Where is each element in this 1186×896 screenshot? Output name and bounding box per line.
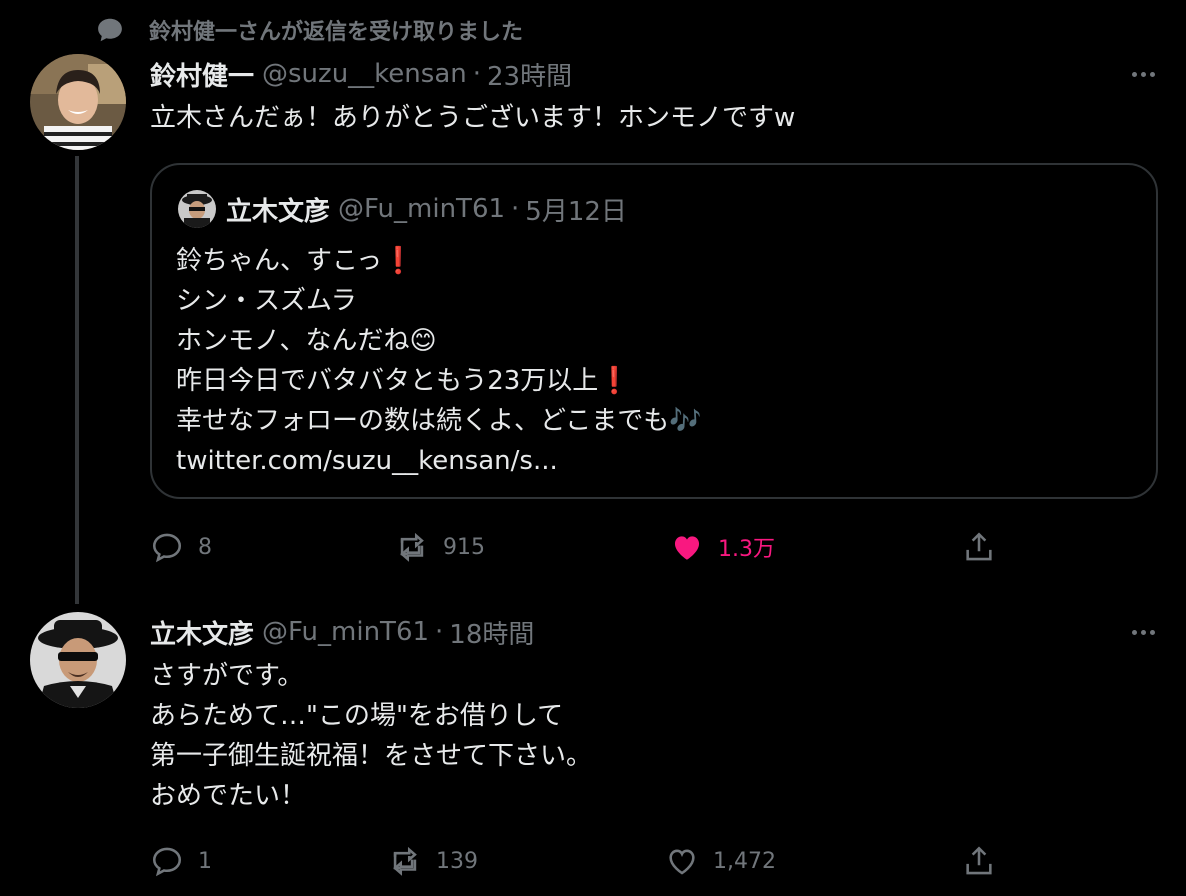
quoted-tweet-header: 立木文彦 @Fu_minT61 · 5月12日 [226,189,627,229]
author-handle[interactable]: @Fu_minT61 [262,617,429,647]
like-button[interactable]: 1.3万 [670,527,775,567]
separator-dot: · [511,194,520,224]
quoted-text-line: シン・スズムラ [176,286,357,316]
reply-count: 1 [198,848,212,874]
quoted-avatar[interactable] [178,190,216,228]
tweet-actions: 1 139 1,472 [150,841,1030,881]
reply-icon [152,533,182,563]
tweet-header: 鈴村健一 @suzu__kensan · 23時間 [150,54,572,94]
avatar-tachiki[interactable] [30,612,126,708]
like-count: 1,472 [713,848,776,874]
retweet-button[interactable]: 915 [395,527,485,567]
author-name[interactable]: 鈴村健一 [150,56,254,93]
tweet-header: 立木文彦 @Fu_minT61 · 18時間 [150,612,534,652]
tweet-text: 立木さんだぁ！ありがとうございます！ホンモノですw [150,103,796,133]
retweet-icon [393,846,417,876]
quoted-link-text: twitter.com/suzu__kensan/s... [176,446,558,476]
share-button[interactable] [962,841,996,881]
smiling-face-emoji-icon: 😊 [409,326,437,356]
tweet-timestamp[interactable]: 18時間 [449,614,534,651]
retweet-count: 915 [443,534,485,560]
share-icon [966,532,992,561]
exclamation-emoji-icon: ❗ [598,366,631,396]
author-name[interactable]: 立木文彦 [150,614,254,651]
avatar-suzumura[interactable] [30,54,126,150]
more-options-icon[interactable] [1125,614,1161,650]
reply-icon [152,847,182,877]
musical-notes-emoji-icon: 🎶 [669,406,702,436]
separator-dot: · [435,617,444,647]
reply-button[interactable]: 8 [150,527,212,567]
retweet-count: 139 [436,848,478,874]
reply-count: 8 [198,534,212,560]
separator-dot: · [472,59,481,89]
share-icon [966,846,992,875]
author-handle[interactable]: @suzu__kensan [262,59,467,89]
quoted-text-line: ホンモノ、なんだね 😊 [176,321,702,361]
quoted-text-line: 幸せなフォローの数は続くよ、どこまでも 🎶 [176,401,702,441]
tweet-text: さすがです。 あらためて…"この場"をお借りして 第一子御生誕祝福！をさせて下さ… [150,661,593,811]
quoted-text-line: 鈴ちゃん、すこっ ❗ [176,241,702,281]
social-context[interactable]: 鈴村健一さんが返信を受け取りました [95,14,523,46]
quoted-author-name: 立木文彦 [226,196,331,227]
quoted-tweet-card[interactable]: 立木文彦 @Fu_minT61 · 5月12日 鈴ちゃん、すこっ ❗ シン・スズム… [150,163,1158,499]
quoted-author-handle: @Fu_minT61 [338,194,506,224]
more-options-icon[interactable] [1125,56,1161,92]
social-context-text: 鈴村健一さんが返信を受け取りました [149,20,524,45]
exclamation-emoji-icon: ❗ [382,246,415,276]
thread-connector-line [75,156,79,604]
quoted-text-line: 昨日今日でバタバタともう23万以上 ❗ [176,361,702,401]
share-button[interactable] [962,527,996,567]
quoted-timestamp: 5月12日 [525,196,627,227]
tweet-actions: 8 915 1.3万 [150,527,1030,567]
tweet-timestamp[interactable]: 23時間 [487,56,572,93]
heart-filled-icon [674,536,700,560]
heart-outline-icon [669,849,695,875]
like-count: 1.3万 [718,537,775,562]
like-button[interactable]: 1,472 [665,841,776,881]
retweet-icon [400,532,424,562]
retweet-button[interactable]: 139 [388,841,478,881]
quoted-tweet-body: 鈴ちゃん、すこっ ❗ シン・スズムラ ホンモノ、なんだね 😊 昨日今日でバタバタとも… [176,241,702,481]
reply-button[interactable]: 1 [150,841,212,881]
speech-bubble-icon [98,18,122,42]
